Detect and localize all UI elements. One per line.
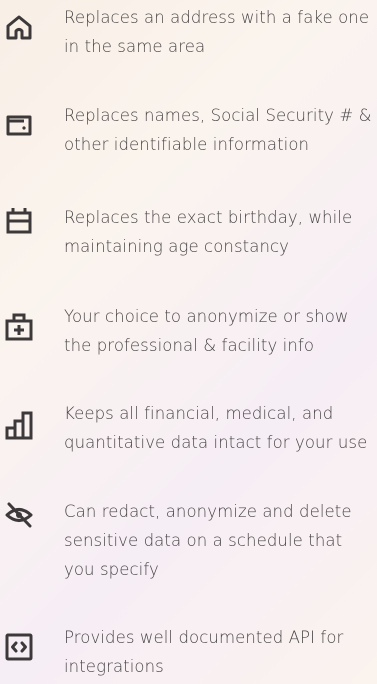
feature-text: Your choice to anonymize or show the pro… bbox=[64, 307, 349, 355]
feature-text: Replaces names, Social Security # & othe… bbox=[64, 106, 372, 154]
feature-text: Can redact, anonymize and delete sensiti… bbox=[64, 502, 352, 579]
feature-text: Replaces the exact birthday, while maint… bbox=[64, 208, 353, 256]
id-card-icon bbox=[4, 109, 34, 139]
feature-text: Provides well documented API for integra… bbox=[64, 628, 344, 676]
feature-text: Keeps all financial, medical, and quanti… bbox=[64, 404, 368, 452]
calendar-icon bbox=[4, 205, 34, 235]
medical-kit-icon bbox=[4, 311, 34, 341]
bar-chart-icon bbox=[4, 410, 34, 440]
code-icon bbox=[4, 632, 34, 662]
feature-text: Replaces an address with a fake one in t… bbox=[64, 8, 370, 56]
home-icon bbox=[4, 12, 34, 42]
eye-off-icon bbox=[4, 500, 34, 530]
